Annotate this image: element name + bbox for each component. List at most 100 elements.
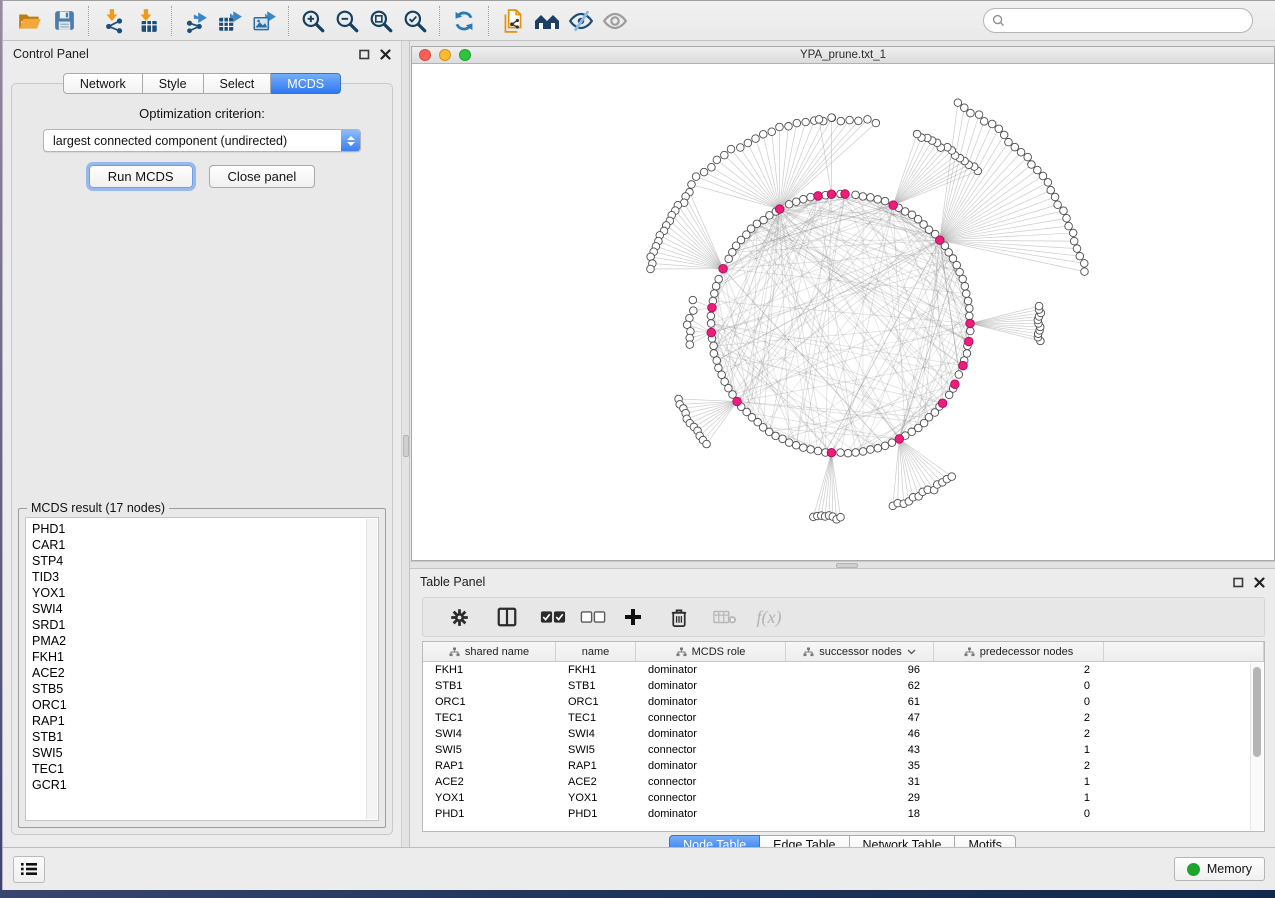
table-cell[interactable]: FKH1 [423, 662, 556, 678]
graph-edge[interactable] [679, 399, 737, 401]
graph-node[interactable] [874, 444, 882, 452]
table-cell[interactable]: 1 [934, 774, 1104, 790]
refresh-view-button[interactable] [447, 5, 481, 37]
graph-leaf-node[interactable] [690, 307, 698, 315]
graph-leaf-node[interactable] [1011, 143, 1019, 151]
mcds-result-item[interactable]: STB5 [32, 681, 378, 697]
graph-leaf-node[interactable] [785, 122, 793, 130]
graph-leaf-node[interactable] [689, 296, 697, 304]
graph-edge[interactable] [704, 172, 780, 209]
table-cell[interactable]: 1 [934, 742, 1104, 758]
graph-edge[interactable] [940, 121, 984, 240]
graph-edge[interactable] [899, 439, 934, 490]
graph-node[interactable] [874, 196, 882, 204]
graph-edge[interactable] [696, 177, 780, 209]
graph-node[interactable] [867, 194, 875, 202]
first-neighbors-button[interactable] [530, 5, 564, 37]
table-row[interactable]: ACE2ACE2connector311 [423, 774, 1264, 790]
table-cell[interactable]: STB1 [556, 678, 636, 694]
graph-node[interactable] [959, 275, 967, 283]
graph-leaf-node[interactable] [759, 131, 767, 139]
table-cell[interactable]: 29 [786, 790, 934, 806]
graph-leaf-node[interactable] [737, 144, 745, 152]
graph-mcds-node[interactable] [889, 201, 898, 210]
table-cell[interactable]: ACE2 [556, 774, 636, 790]
delete-column-button[interactable] [659, 602, 699, 632]
graph-mcds-node[interactable] [708, 303, 717, 312]
graph-edge[interactable] [666, 226, 723, 269]
graph-node[interactable] [852, 191, 860, 199]
table-cell[interactable]: connector [636, 742, 786, 758]
graph-leaf-node[interactable] [744, 139, 752, 147]
graph-leaf-node[interactable] [1047, 186, 1055, 194]
zoom-in-button[interactable] [296, 5, 330, 37]
graph-node[interactable] [710, 350, 718, 358]
table-row[interactable]: SWI4SWI4dominator462 [423, 726, 1264, 742]
graph-mcds-node[interactable] [775, 205, 784, 214]
graph-leaf-node[interactable] [1024, 153, 1032, 161]
graph-leaf-node[interactable] [948, 473, 956, 481]
table-cell[interactable]: SWI5 [556, 742, 636, 758]
table-cell[interactable]: 35 [786, 758, 934, 774]
tab-mcds[interactable]: MCDS [271, 73, 341, 94]
table-cell[interactable]: 62 [786, 678, 934, 694]
graph-node[interactable] [966, 305, 974, 313]
graph-edge[interactable] [940, 142, 1009, 240]
table-row[interactable]: FKH1FKH1dominator962 [423, 662, 1264, 678]
graph-edge[interactable] [700, 401, 737, 435]
graph-node[interactable] [707, 320, 715, 328]
graph-mcds-node[interactable] [938, 399, 947, 408]
graph-leaf-node[interactable] [793, 119, 801, 127]
graph-mcds-node[interactable] [895, 435, 904, 444]
graph-node[interactable] [837, 449, 845, 457]
show-all-button[interactable] [598, 5, 632, 37]
graph-leaf-node[interactable] [1028, 161, 1036, 169]
graph-leaf-node[interactable] [721, 151, 729, 159]
table-scrollbar-thumb[interactable] [1253, 667, 1261, 757]
table-cell[interactable]: connector [636, 710, 786, 726]
graph-node[interactable] [800, 444, 808, 452]
table-cell[interactable]: ORC1 [423, 694, 556, 710]
table-cell[interactable]: SWI4 [423, 726, 556, 742]
graph-leaf-node[interactable] [1069, 229, 1077, 237]
mcds-result-item[interactable]: FKH1 [32, 649, 378, 665]
mcds-result-list[interactable]: PHD1CAR1STP4TID3YOX1SWI4SRD1PMA2FKH1ACE2… [25, 517, 379, 821]
graph-leaf-node[interactable] [1063, 214, 1071, 222]
table-cell[interactable]: RAP1 [423, 758, 556, 774]
graph-edge[interactable] [893, 171, 978, 205]
graph-leaf-node[interactable] [815, 116, 823, 124]
graph-mcds-node[interactable] [719, 264, 728, 273]
graph-node[interactable] [792, 198, 800, 206]
close-panel-icon[interactable] [1254, 577, 1265, 588]
graph-leaf-node[interactable] [837, 117, 845, 125]
graph-node[interactable] [713, 357, 721, 365]
graph-edge[interactable] [675, 211, 723, 269]
table-cell[interactable]: PHD1 [423, 806, 556, 822]
graph-edge[interactable] [940, 190, 1051, 240]
table-row[interactable]: STB1STB1dominator620 [423, 678, 1264, 694]
graph-node[interactable] [966, 312, 974, 320]
graph-edge[interactable] [899, 439, 942, 482]
table-row[interactable]: TEC1TEC1connector472 [423, 710, 1264, 726]
tab-style[interactable]: Style [143, 73, 204, 94]
table-row[interactable]: RAP1RAP1dominator352 [423, 758, 1264, 774]
graph-node[interactable] [707, 312, 715, 320]
graph-node[interactable] [785, 201, 793, 209]
mcds-result-item[interactable]: SWI4 [32, 601, 378, 617]
graph-leaf-node[interactable] [988, 120, 996, 128]
graph-leaf-node[interactable] [961, 104, 969, 112]
mcds-result-item[interactable]: CAR1 [32, 537, 378, 553]
graph-edge[interactable] [664, 231, 723, 269]
table-cell[interactable]: 2 [934, 710, 1104, 726]
duplicate-network-button[interactable] [496, 5, 530, 37]
graph-leaf-node[interactable] [1005, 138, 1013, 146]
graph-mcds-node[interactable] [966, 319, 975, 328]
graph-edge[interactable] [940, 152, 1021, 240]
graph-edge[interactable] [672, 215, 723, 268]
graph-leaf-node[interactable] [776, 123, 784, 131]
table-cell[interactable]: 96 [786, 662, 934, 678]
table-cell[interactable]: 2 [934, 726, 1104, 742]
table-cell[interactable]: TEC1 [423, 710, 556, 726]
graph-node[interactable] [867, 446, 875, 454]
float-panel-icon[interactable] [359, 49, 370, 60]
